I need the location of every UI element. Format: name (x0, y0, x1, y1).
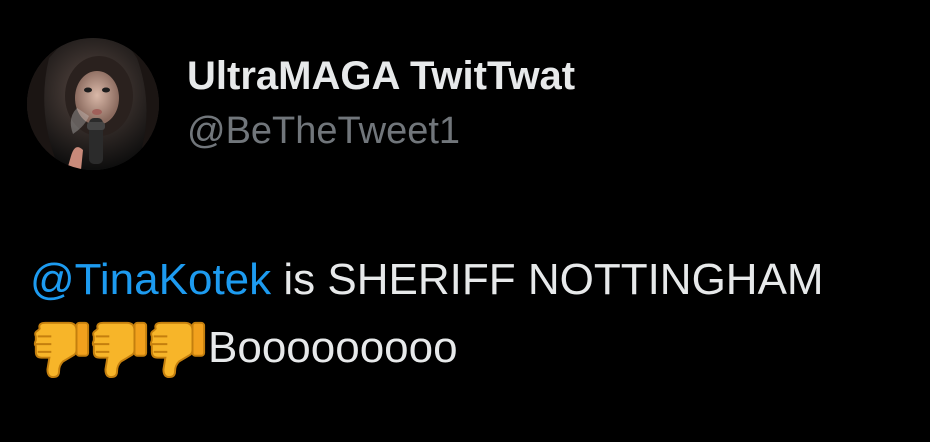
mention-link[interactable]: @TinaKotek (30, 250, 271, 310)
tweet-trailing-text: Booooooooo (208, 323, 458, 372)
thumbs-down-icon (146, 317, 208, 379)
avatar[interactable] (27, 38, 159, 170)
tweet-text-after-mention: is SHERIFF NOTTINGHAM (271, 255, 824, 304)
display-name[interactable]: UltraMAGA TwitTwat (187, 52, 575, 100)
user-handle[interactable]: @BeTheTweet1 (187, 108, 460, 154)
thumbs-down-icon (88, 317, 150, 379)
tweet-line-2: Booooooooo (30, 317, 920, 379)
tweet-card: UltraMAGA TwitTwat @BeTheTweet1 @TinaKot… (0, 0, 930, 442)
thumbs-down-icon (30, 317, 92, 379)
avatar-photo-icon (27, 38, 159, 170)
tweet-text: @TinaKotek is SHERIFF NOTTINGHAM Boooooo… (30, 250, 920, 386)
tweet-line-1: @TinaKotek is SHERIFF NOTTINGHAM (30, 250, 920, 310)
